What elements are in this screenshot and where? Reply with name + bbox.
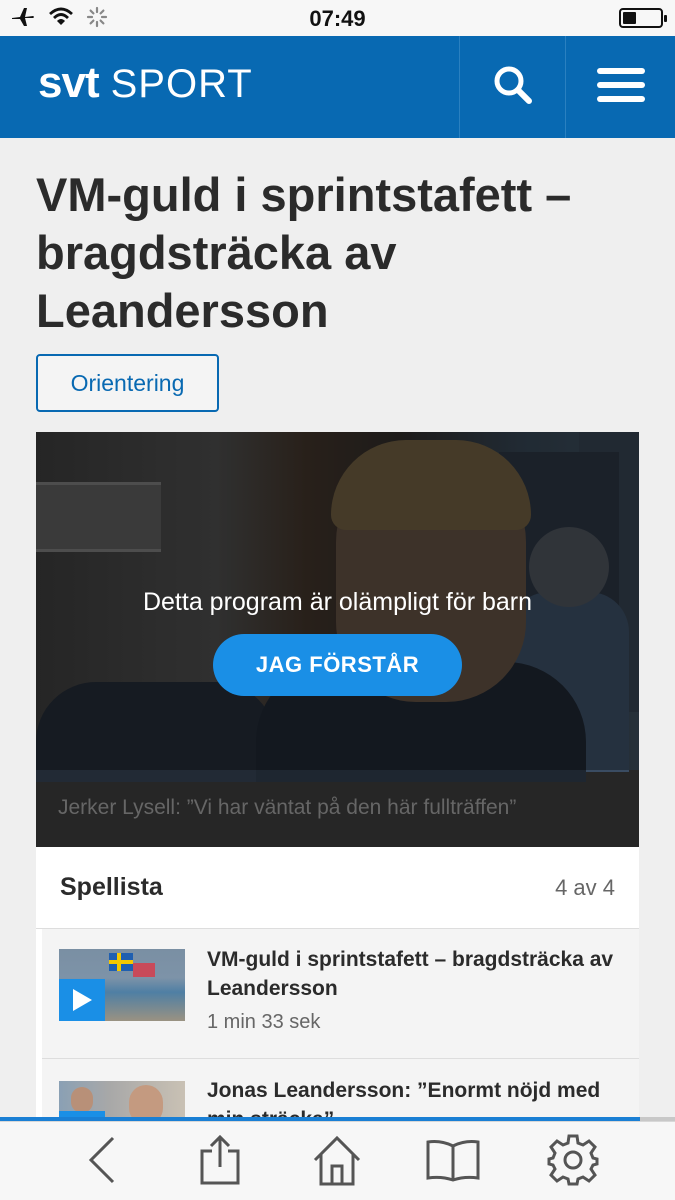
back-icon	[87, 1136, 117, 1189]
playlist-title: Spellista	[60, 873, 163, 901]
share-icon	[198, 1134, 242, 1190]
playlist-item-title: Jonas Leandersson: ”Enormt nöjd med min …	[207, 1079, 601, 1120]
video-player[interactable]: Detta program är olämpligt för barn JAG …	[36, 432, 639, 847]
back-button[interactable]	[72, 1134, 132, 1190]
status-bar: 07:49	[0, 0, 675, 36]
playlist-header: Spellista 4 av 4	[36, 847, 639, 929]
playlist-item-duration: 1 min 33 sek	[207, 1011, 321, 1033]
search-button[interactable]	[459, 36, 565, 138]
bookmarks-button[interactable]	[423, 1134, 483, 1190]
video-caption: Jerker Lysell: ”Vi har väntat på den här…	[58, 796, 517, 819]
play-icon	[59, 979, 105, 1021]
status-time: 07:49	[309, 6, 366, 31]
age-warning-text: Detta program är olämpligt för barn	[142, 588, 533, 616]
search-icon	[492, 64, 534, 111]
home-button[interactable]	[307, 1134, 367, 1190]
site-header: svt SPORT	[0, 36, 675, 138]
playlist-count: 4 av 4	[555, 875, 615, 900]
battery-level	[623, 12, 636, 24]
playlist-item[interactable]: VM-guld i sprintstafett – bragdsträcka a…	[42, 929, 639, 1059]
menu-button[interactable]	[565, 36, 675, 138]
playlist-thumbnail	[59, 949, 185, 1021]
battery-icon	[619, 8, 667, 28]
category-tag[interactable]: Orientering	[36, 354, 219, 412]
hamburger-menu-icon	[596, 66, 645, 109]
playlist: Spellista 4 av 4 VM-guld i sprintstafett…	[36, 847, 639, 1120]
settings-icon	[546, 1133, 600, 1192]
logo-sport: SPORT	[110, 62, 253, 106]
svt-sport-logo[interactable]: svt SPORT	[38, 58, 253, 108]
playlist-thumbnail	[59, 1081, 185, 1120]
logo-svt: svt	[38, 58, 100, 107]
home-icon	[311, 1134, 363, 1191]
playlist-item[interactable]: Jonas Leandersson: ”Enormt nöjd med min …	[42, 1060, 639, 1120]
bookmarks-icon	[425, 1138, 481, 1187]
playlist-items: VM-guld i sprintstafett – bragdsträcka a…	[42, 929, 639, 1120]
share-button[interactable]	[190, 1134, 250, 1190]
settings-button[interactable]	[543, 1134, 603, 1190]
playlist-item-title: VM-guld i sprintstafett – bragdsträcka a…	[207, 948, 614, 1000]
article-headline: VM-guld i sprintstafett – bragdsträcka a…	[36, 168, 572, 337]
confirm-button[interactable]: JAG FÖRSTÅR	[213, 634, 462, 696]
browser-toolbar	[0, 1121, 675, 1200]
